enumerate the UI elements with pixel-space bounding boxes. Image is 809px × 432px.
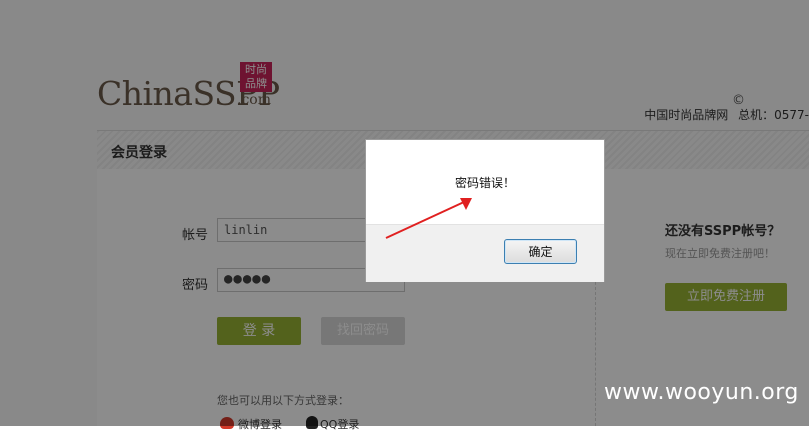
ok-button[interactable]: 确定	[504, 239, 577, 264]
dialog-message: 密码错误！	[454, 176, 515, 190]
watermark: www.wooyun.org	[604, 380, 799, 405]
annotation-arrow	[385, 198, 472, 239]
